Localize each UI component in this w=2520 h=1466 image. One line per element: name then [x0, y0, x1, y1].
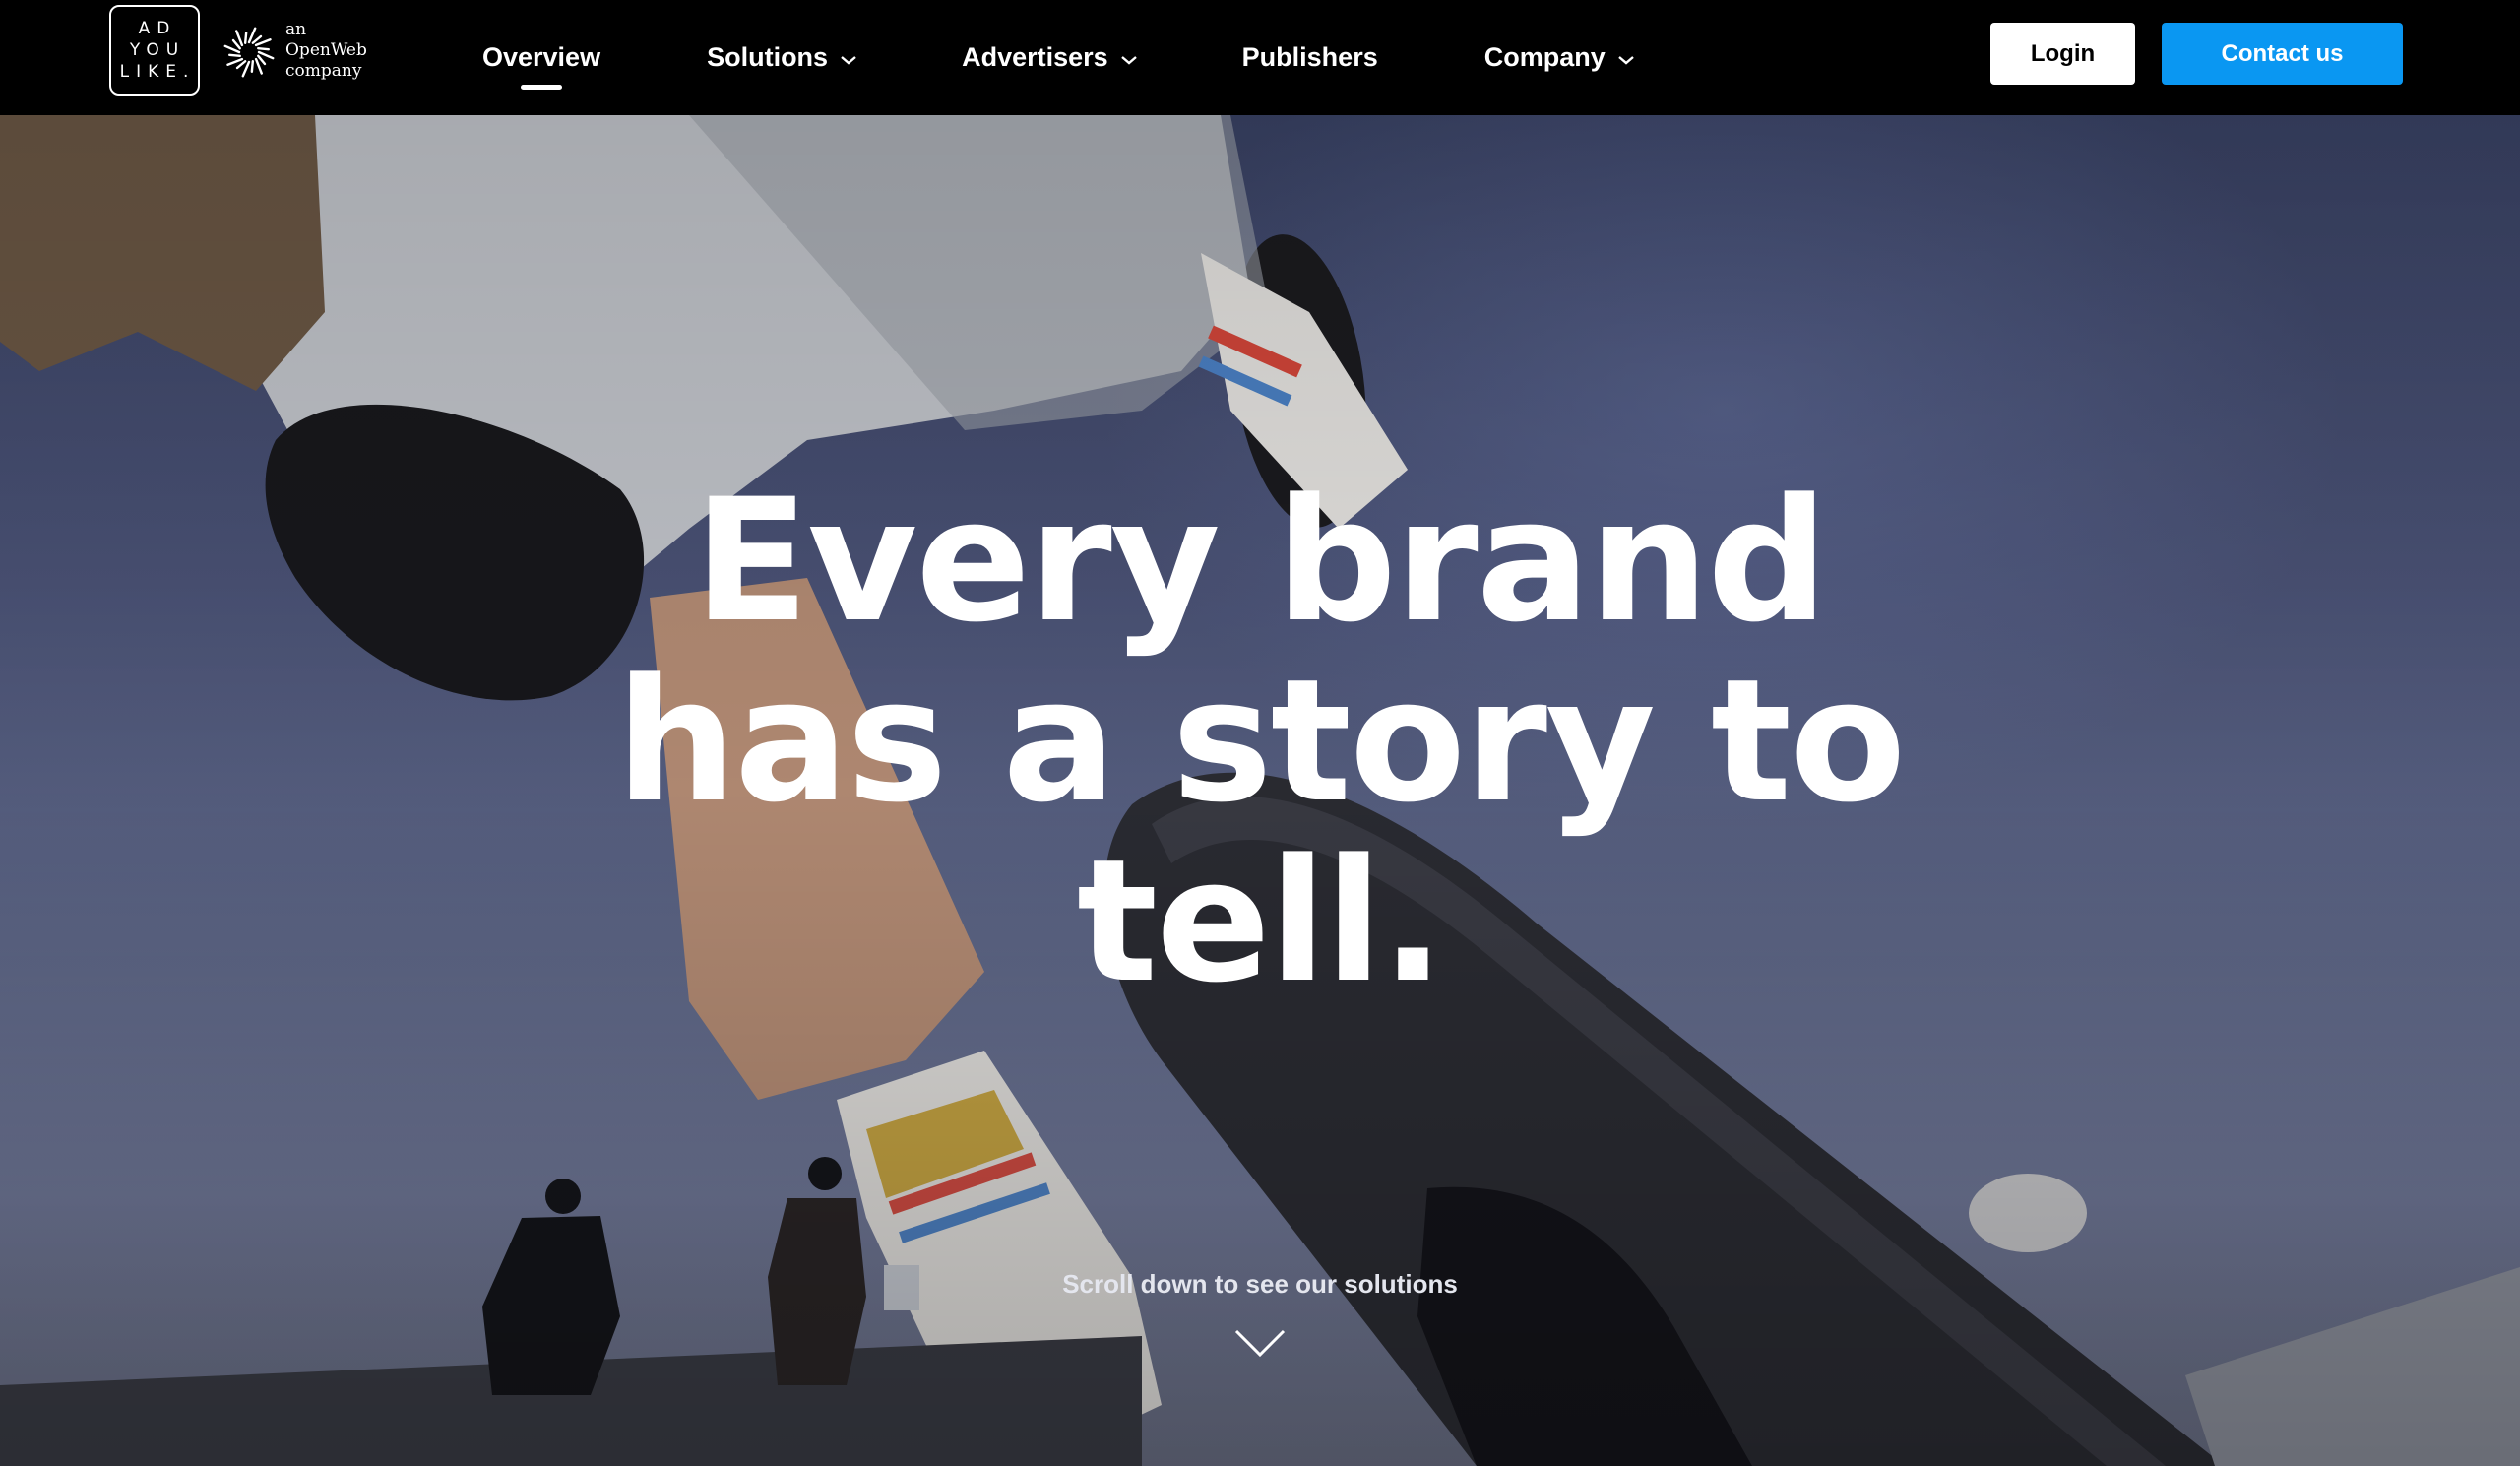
- adyoulike-logo[interactable]: AD YOU LIKE.: [109, 5, 200, 96]
- logo-line: AD: [138, 19, 177, 38]
- nav-item-company[interactable]: Company: [1484, 0, 1635, 115]
- nav-item-publishers[interactable]: Publishers: [1242, 0, 1378, 115]
- scroll-hint-text: Scroll down to see our solutions: [1062, 1269, 1458, 1299]
- headline-line: Every brand: [693, 462, 1829, 660]
- chevron-down-icon: [841, 55, 856, 65]
- headline-line: tell.: [1076, 822, 1445, 1020]
- hero-section: Every brand has a story to tell. Scroll …: [0, 115, 2520, 1466]
- tagline-line: company: [285, 61, 362, 81]
- tagline-line: OpenWeb: [285, 40, 367, 60]
- nav-label: Publishers: [1241, 42, 1378, 72]
- logo-line: YOU: [129, 40, 186, 60]
- nav-item-overview[interactable]: Overview: [482, 0, 600, 115]
- hero-headline: Every brand has a story to tell.: [0, 471, 2520, 1011]
- site-header: AD YOU LIKE. an OpenWeb company Overview…: [0, 0, 2520, 115]
- nav-label: Overview: [482, 42, 601, 72]
- nav-label: Company: [1483, 42, 1606, 72]
- tagline-line: an: [285, 20, 307, 39]
- nav-label: Advertisers: [962, 42, 1108, 72]
- chevron-down-icon: [1120, 55, 1137, 65]
- nav-label: Solutions: [707, 42, 829, 72]
- contact-us-button[interactable]: Contact us: [2162, 23, 2403, 85]
- nav-item-solutions[interactable]: Solutions: [707, 0, 857, 115]
- chevron-down-icon[interactable]: [1234, 1328, 1286, 1358]
- chevron-down-icon: [1617, 55, 1634, 65]
- main-nav: Overview Solutions Advertisers Publisher…: [482, 0, 1635, 115]
- openweb-company-tagline: an OpenWeb company: [285, 20, 367, 82]
- openweb-sunburst-icon: [223, 27, 275, 78]
- login-button[interactable]: Login: [1990, 23, 2135, 85]
- nav-item-advertisers[interactable]: Advertisers: [962, 0, 1138, 115]
- logo-line: LIKE.: [119, 62, 196, 82]
- headline-line: has a story to: [615, 642, 1907, 840]
